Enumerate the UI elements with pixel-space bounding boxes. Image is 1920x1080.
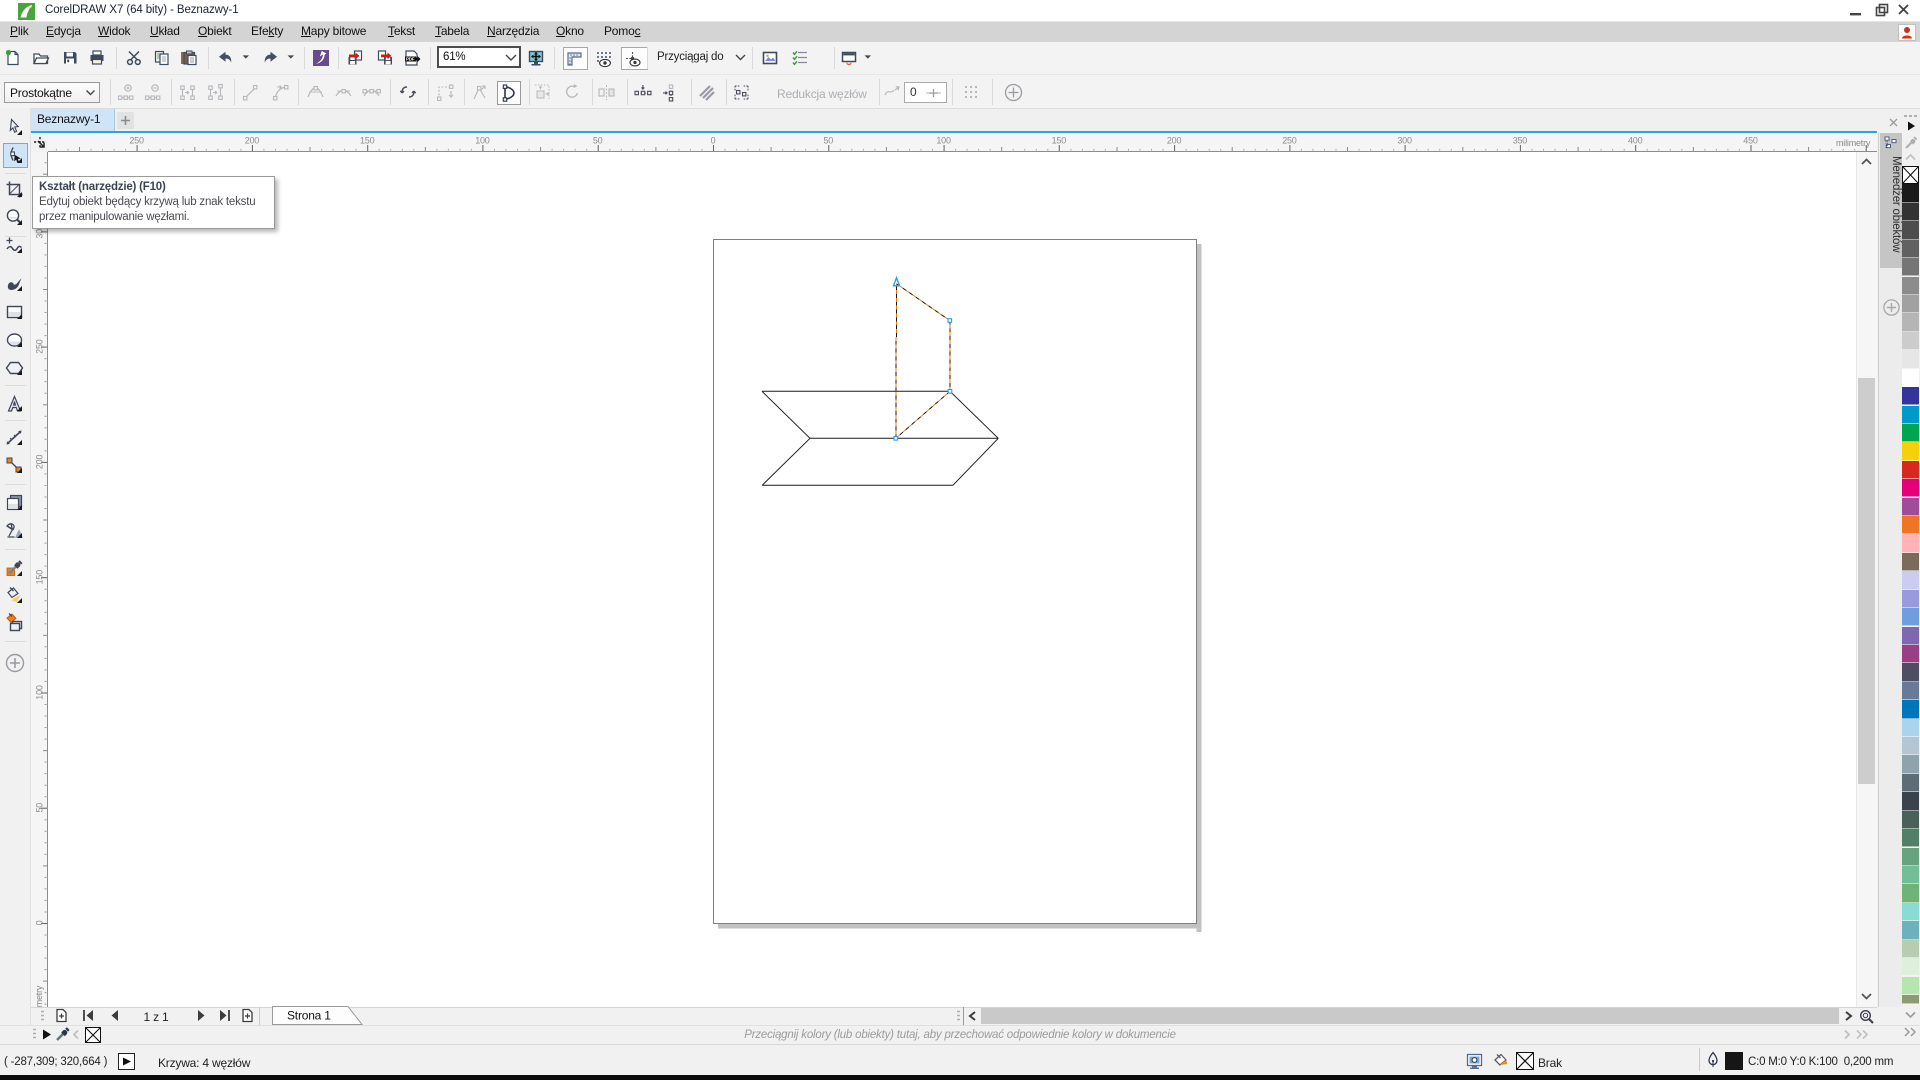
svg-text:milimetry: milimetry xyxy=(1836,138,1871,148)
svg-text:200: 200 xyxy=(1167,136,1182,146)
svg-text:50: 50 xyxy=(593,136,603,146)
svg-text:PDF: PDF xyxy=(406,57,415,62)
svg-text:100: 100 xyxy=(35,685,45,700)
svg-text:150: 150 xyxy=(35,570,45,585)
svg-text:350: 350 xyxy=(1513,136,1528,146)
svg-text:0: 0 xyxy=(35,920,45,925)
svg-text:200: 200 xyxy=(35,455,45,470)
svg-text:Strona 1: Strona 1 xyxy=(287,1009,331,1023)
svg-text:450: 450 xyxy=(1743,136,1758,146)
svg-text:300: 300 xyxy=(1397,136,1412,146)
svg-text:200: 200 xyxy=(245,136,260,146)
svg-text:50: 50 xyxy=(35,803,45,813)
svg-text:250: 250 xyxy=(129,136,144,146)
svg-text:150: 150 xyxy=(1052,136,1067,146)
svg-text:50: 50 xyxy=(823,136,833,146)
svg-text:100: 100 xyxy=(936,136,951,146)
svg-text:250: 250 xyxy=(35,339,45,354)
svg-text:0: 0 xyxy=(711,136,716,146)
svg-text:150: 150 xyxy=(360,136,375,146)
svg-text:400: 400 xyxy=(1628,136,1643,146)
svg-text:100: 100 xyxy=(475,136,490,146)
svg-text:250: 250 xyxy=(1282,136,1297,146)
svg-text:milimetry: milimetry xyxy=(34,985,44,1007)
